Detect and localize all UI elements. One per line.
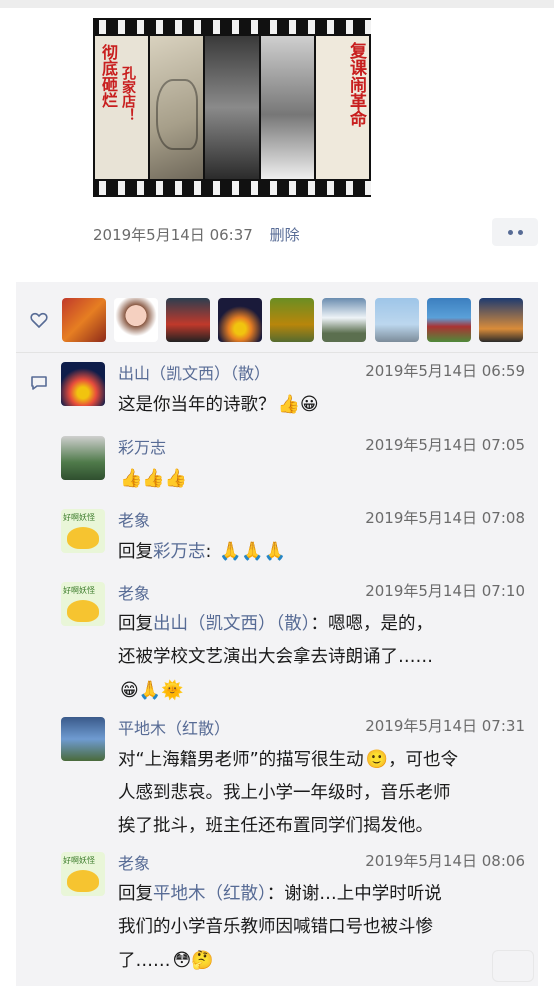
elephant-icon	[67, 870, 99, 892]
sketch-shape	[155, 78, 199, 151]
avatar[interactable]	[61, 717, 105, 761]
comment-text-line1: ：嗯嗯，是的，	[310, 614, 434, 634]
comment-text-line3: 了……	[118, 951, 171, 971]
post-image[interactable]: 彻底砸烂 孔家店！ 复课闹革命	[93, 18, 371, 197]
avatar-caption: 好啊妖怪	[63, 586, 95, 595]
comment-item[interactable]: 彩万志 2019年5月14日 07:05 👍👍👍	[61, 434, 525, 500]
image-slogan-left-sub: 孔家店！	[120, 66, 136, 122]
post-meta: 2019年5月14日 06:37 删除	[93, 224, 300, 245]
like-avatar[interactable]	[375, 298, 419, 342]
comment-text-line2: 人感到悲哀。我上小学一年级时，音乐老师	[118, 783, 451, 803]
comment-time: 2019年5月14日 08:06	[365, 852, 525, 870]
comment-text-content: :	[205, 542, 217, 562]
comment-author[interactable]: 老象	[118, 580, 150, 604]
emoji-icons: 😁🙏🌞	[120, 680, 184, 701]
comment-time: 2019年5月14日 06:59	[365, 362, 525, 380]
image-red-slogan-right: 复课闹革命	[346, 42, 367, 127]
comment-text: 👍👍👍	[118, 462, 523, 496]
like-avatar[interactable]	[479, 298, 523, 342]
comment-author[interactable]: 平地木（红散）	[118, 715, 230, 739]
film-frame-3	[205, 36, 259, 179]
likes-row	[16, 282, 538, 353]
emoji-icons: 😳🤔	[172, 950, 214, 971]
comment-time: 2019年5月14日 07:05	[365, 436, 525, 454]
like-avatar[interactable]	[270, 298, 314, 342]
film-frame-4	[260, 36, 314, 179]
avatar-elephant[interactable]: 好啊妖怪	[61, 509, 105, 553]
pray-emoji-icons: 🙏🙏🙏	[218, 541, 287, 562]
delete-link[interactable]: 删除	[270, 226, 300, 244]
comment-text-line1: ：谢谢…上中学时听说	[266, 884, 442, 904]
elephant-icon	[67, 527, 99, 549]
more-options-button[interactable]	[492, 218, 538, 246]
emoji-icons: 👍😀	[277, 394, 319, 415]
film-frame-2	[150, 36, 204, 179]
dot-icon	[517, 229, 523, 235]
image-red-slogan-left: 彻底砸烂	[99, 44, 118, 108]
likes-comments-panel: 出山（凯文西）（散） 2019年5月14日 06:59 这是你当年的诗歌？ 👍😀 …	[16, 282, 538, 986]
comment-text-line1b: ，可也令	[388, 750, 459, 770]
comment-time: 2019年5月14日 07:08	[365, 509, 525, 527]
comment-author[interactable]: 彩万志	[118, 434, 166, 458]
film-frame-5: 复课闹革命	[315, 36, 370, 179]
film-frames: 彻底砸烂 孔家店！ 复课闹革命	[95, 36, 370, 179]
comment-item[interactable]: 平地木（红散） 2019年5月14日 07:31 对“上海籍男老师”的描写很生动…	[61, 715, 525, 845]
comment-author[interactable]: 老象	[118, 507, 150, 531]
watermark-icon	[492, 950, 534, 982]
comment-item[interactable]: 好啊妖怪 老象 2019年5月14日 07:08 回复彩万志: 🙏🙏🙏	[61, 507, 525, 573]
comment-text-line2: 还被学校文艺演出大会拿去诗朗诵了……	[118, 647, 433, 667]
comment-text: 回复平地木（红散）：谢谢…上中学时听说 我们的小学音乐教师因喊错口号也被斗惨 了…	[118, 878, 523, 978]
like-avatar[interactable]	[62, 298, 106, 342]
avatar[interactable]	[61, 436, 105, 480]
smile-emoji-icon: 🙂	[365, 749, 389, 770]
reply-prefix: 回复	[118, 614, 153, 634]
comment-text-line3: 挨了批斗，班主任还布置同学们揭发他。	[118, 816, 433, 836]
comment-icon	[31, 376, 47, 390]
comment-author[interactable]: 出山（凯文西）（散）	[118, 360, 270, 384]
top-divider	[0, 0, 554, 8]
reply-prefix: 回复	[118, 884, 153, 904]
comment-text-content: 这是你当年的诗歌？	[118, 395, 276, 415]
avatar-elephant[interactable]: 好啊妖怪	[61, 852, 105, 896]
elephant-icon	[67, 600, 99, 622]
comment-item[interactable]: 好啊妖怪 老象 2019年5月14日 07:10 回复出山（凯文西）（散）：嗯嗯…	[61, 580, 525, 710]
comment-item[interactable]: 好啊妖怪 老象 2019年5月14日 08:06 回复平地木（红散）：谢谢…上中…	[61, 850, 525, 980]
comment-item[interactable]: 出山（凯文西）（散） 2019年5月14日 06:59 这是你当年的诗歌？ 👍😀	[61, 360, 525, 426]
film-sprockets-bottom	[93, 181, 371, 195]
like-avatar[interactable]	[218, 298, 262, 342]
comment-text-line1: 对“上海籍男老师”的描写很生动	[118, 750, 364, 770]
like-avatar[interactable]	[166, 298, 210, 342]
reply-mention[interactable]: 平地木（红散）	[153, 884, 267, 904]
thumbs-up-emoji-icons: 👍👍👍	[120, 468, 188, 489]
film-sprockets-top	[93, 20, 371, 34]
like-avatar[interactable]	[427, 298, 471, 342]
dot-icon	[507, 229, 513, 235]
comment-text: 对“上海籍男老师”的描写很生动 🙂，可也令 人感到悲哀。我上小学一年级时，音乐老师…	[118, 743, 523, 843]
comment-text: 回复彩万志: 🙏🙏🙏	[118, 535, 523, 569]
reply-prefix: 回复	[118, 542, 153, 562]
film-frame-1: 彻底砸烂 孔家店！	[95, 36, 149, 179]
heart-icon	[30, 312, 48, 328]
like-avatar[interactable]	[322, 298, 366, 342]
comment-time: 2019年5月14日 07:31	[365, 717, 525, 735]
comment-text-line2: 我们的小学音乐教师因喊错口号也被斗惨	[118, 917, 433, 937]
avatar-elephant[interactable]: 好啊妖怪	[61, 582, 105, 626]
post-timestamp: 2019年5月14日 06:37	[93, 226, 253, 244]
reply-mention[interactable]: 出山（凯文西）（散）	[153, 614, 311, 634]
like-avatar[interactable]	[114, 298, 158, 342]
reply-mention[interactable]: 彩万志	[153, 542, 206, 562]
comment-time: 2019年5月14日 07:10	[365, 582, 525, 600]
avatar-caption: 好啊妖怪	[63, 513, 95, 522]
comment-author[interactable]: 老象	[118, 850, 150, 874]
avatar[interactable]	[61, 362, 105, 406]
avatar-caption: 好啊妖怪	[63, 856, 95, 865]
comment-text: 这是你当年的诗歌？ 👍😀	[118, 388, 523, 422]
comment-text: 回复出山（凯文西）（散）：嗯嗯，是的， 还被学校文艺演出大会拿去诗朗诵了…… 😁…	[118, 608, 523, 708]
